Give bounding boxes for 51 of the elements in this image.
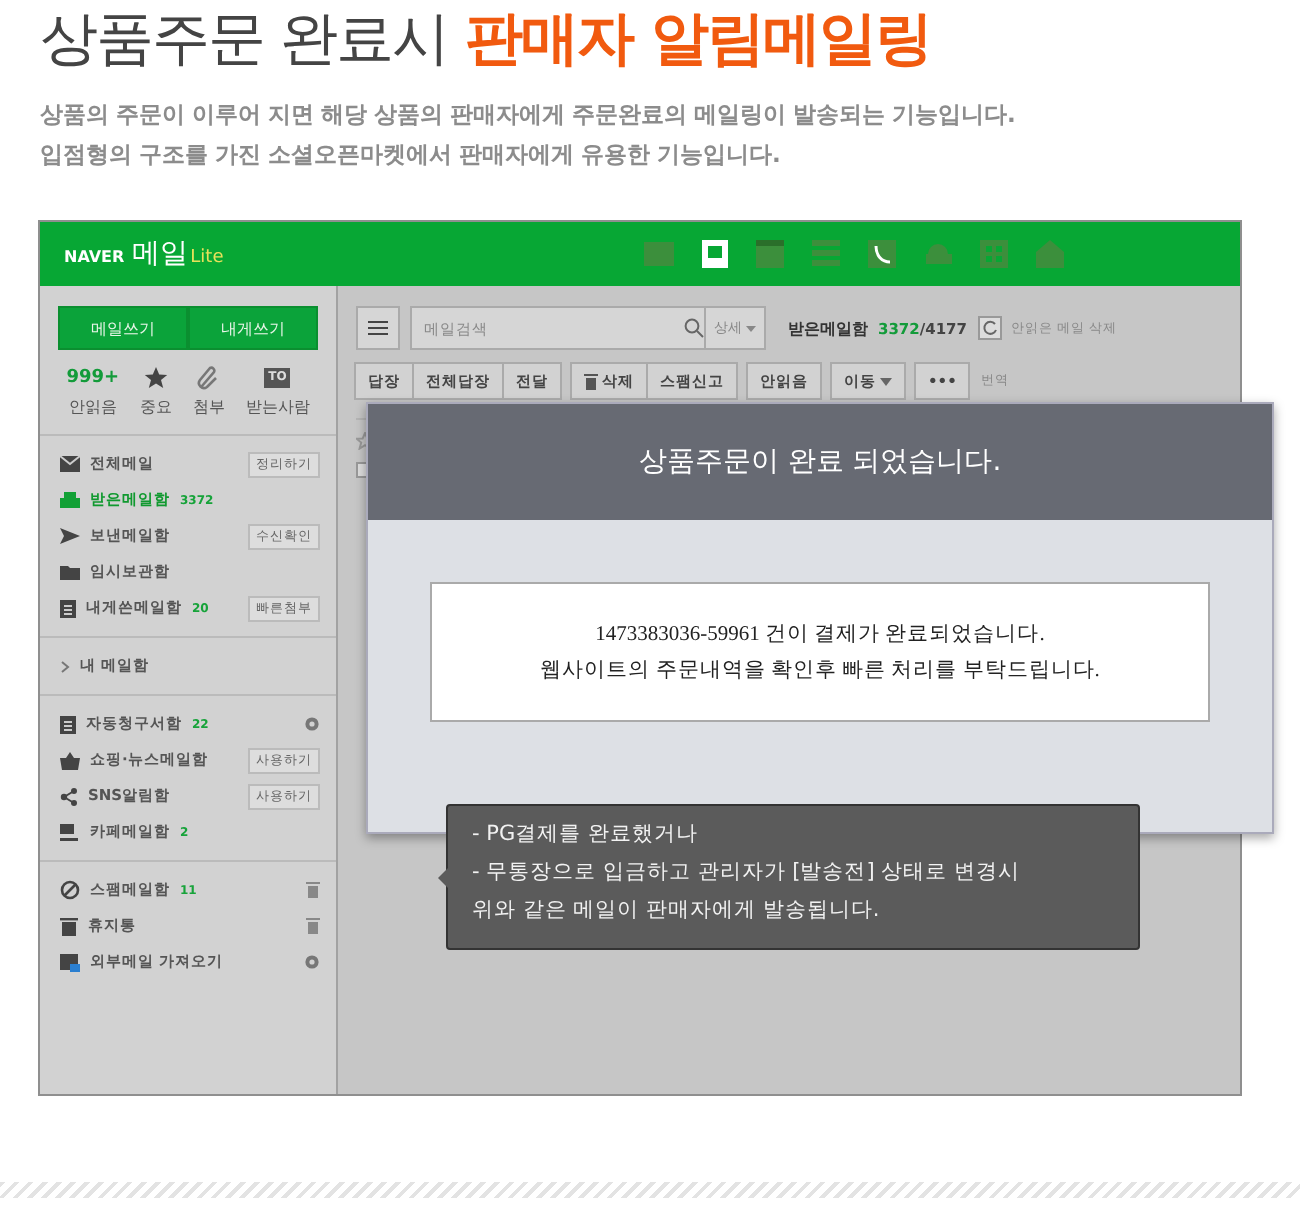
import-mail-icon bbox=[60, 953, 80, 971]
tooltip-text: 위와 같은 메일이 판매자에게 발송됩니다. bbox=[472, 896, 882, 926]
menu-icon bbox=[368, 320, 388, 336]
refresh-button[interactable] bbox=[977, 316, 1001, 340]
star-icon bbox=[143, 366, 168, 390]
brand-logo: NAVER bbox=[64, 248, 125, 266]
modal-title: 상품주문이 완료 되었습니다. bbox=[368, 404, 1272, 520]
settings-icon bbox=[304, 716, 320, 732]
description-text: 입점형의 구조를 가진 소셜오픈마켓에서 판매자에게 유용한 기능입니다. bbox=[40, 140, 782, 170]
tray-icon bbox=[60, 492, 80, 508]
refresh-icon bbox=[981, 320, 997, 336]
product-name: 메일 bbox=[132, 236, 189, 272]
prohibited-icon bbox=[60, 880, 80, 900]
share-icon bbox=[60, 787, 78, 805]
filter-label[interactable]: 첨부 bbox=[192, 396, 225, 418]
house-icon[interactable] bbox=[1036, 240, 1066, 268]
trash-icon bbox=[306, 918, 320, 934]
description-text: 상품의 주문이 이루어 지면 해당 상품의 판매자에게 주문완료의 메일링이 발송되는 기능입니다. bbox=[40, 100, 1017, 130]
tooltip-text: - 무통장으로 입금하고 관리자가 [발송전] 상태로 변경시 bbox=[472, 858, 1023, 888]
document-icon bbox=[60, 715, 76, 733]
edition-label: Lite bbox=[190, 248, 224, 268]
filter-label[interactable]: 중요 bbox=[139, 396, 172, 418]
unread-count: 999+ bbox=[66, 366, 120, 390]
document-icon bbox=[60, 599, 76, 617]
send-icon bbox=[60, 528, 80, 544]
message-text: 1473383036-59961 건이 결제가 완료되었습니다. bbox=[595, 622, 1045, 648]
page-heading: 상품주문 완료시 판매자 알림메일링 bbox=[40, 2, 934, 76]
filter-label[interactable]: 안읽음 bbox=[68, 396, 117, 418]
search-icon bbox=[683, 318, 704, 338]
folder-icon bbox=[60, 564, 80, 580]
message-text: 웹사이트의 주문내역을 확인후 빠른 처리를 부탁드립니다. bbox=[540, 658, 1100, 684]
paperclip-icon bbox=[196, 366, 221, 390]
grid-icon[interactable] bbox=[980, 240, 1010, 268]
settings-icon bbox=[304, 954, 320, 970]
calendar-icon[interactable] bbox=[756, 240, 786, 268]
compose-button[interactable]: 메일쓰기 bbox=[58, 306, 188, 350]
compose-button[interactable]: 내게쓰기 bbox=[188, 306, 318, 350]
trash-icon bbox=[60, 917, 78, 935]
list-icon[interactable] bbox=[812, 240, 842, 268]
phone-icon[interactable] bbox=[868, 240, 898, 268]
caret-icon bbox=[746, 326, 756, 332]
trash-icon bbox=[306, 882, 320, 898]
menu-button[interactable] bbox=[356, 306, 400, 350]
caret-icon bbox=[880, 377, 892, 385]
trash-icon bbox=[584, 373, 598, 389]
chevron-icon bbox=[60, 659, 70, 673]
cloud-icon[interactable] bbox=[924, 240, 954, 268]
tooltip-text: - PG결제를 완료했거나 bbox=[472, 820, 700, 850]
filter-label[interactable]: 받는사람 bbox=[245, 396, 310, 418]
basket-icon bbox=[60, 751, 80, 769]
folder-title: 받은메일함 bbox=[788, 317, 868, 339]
